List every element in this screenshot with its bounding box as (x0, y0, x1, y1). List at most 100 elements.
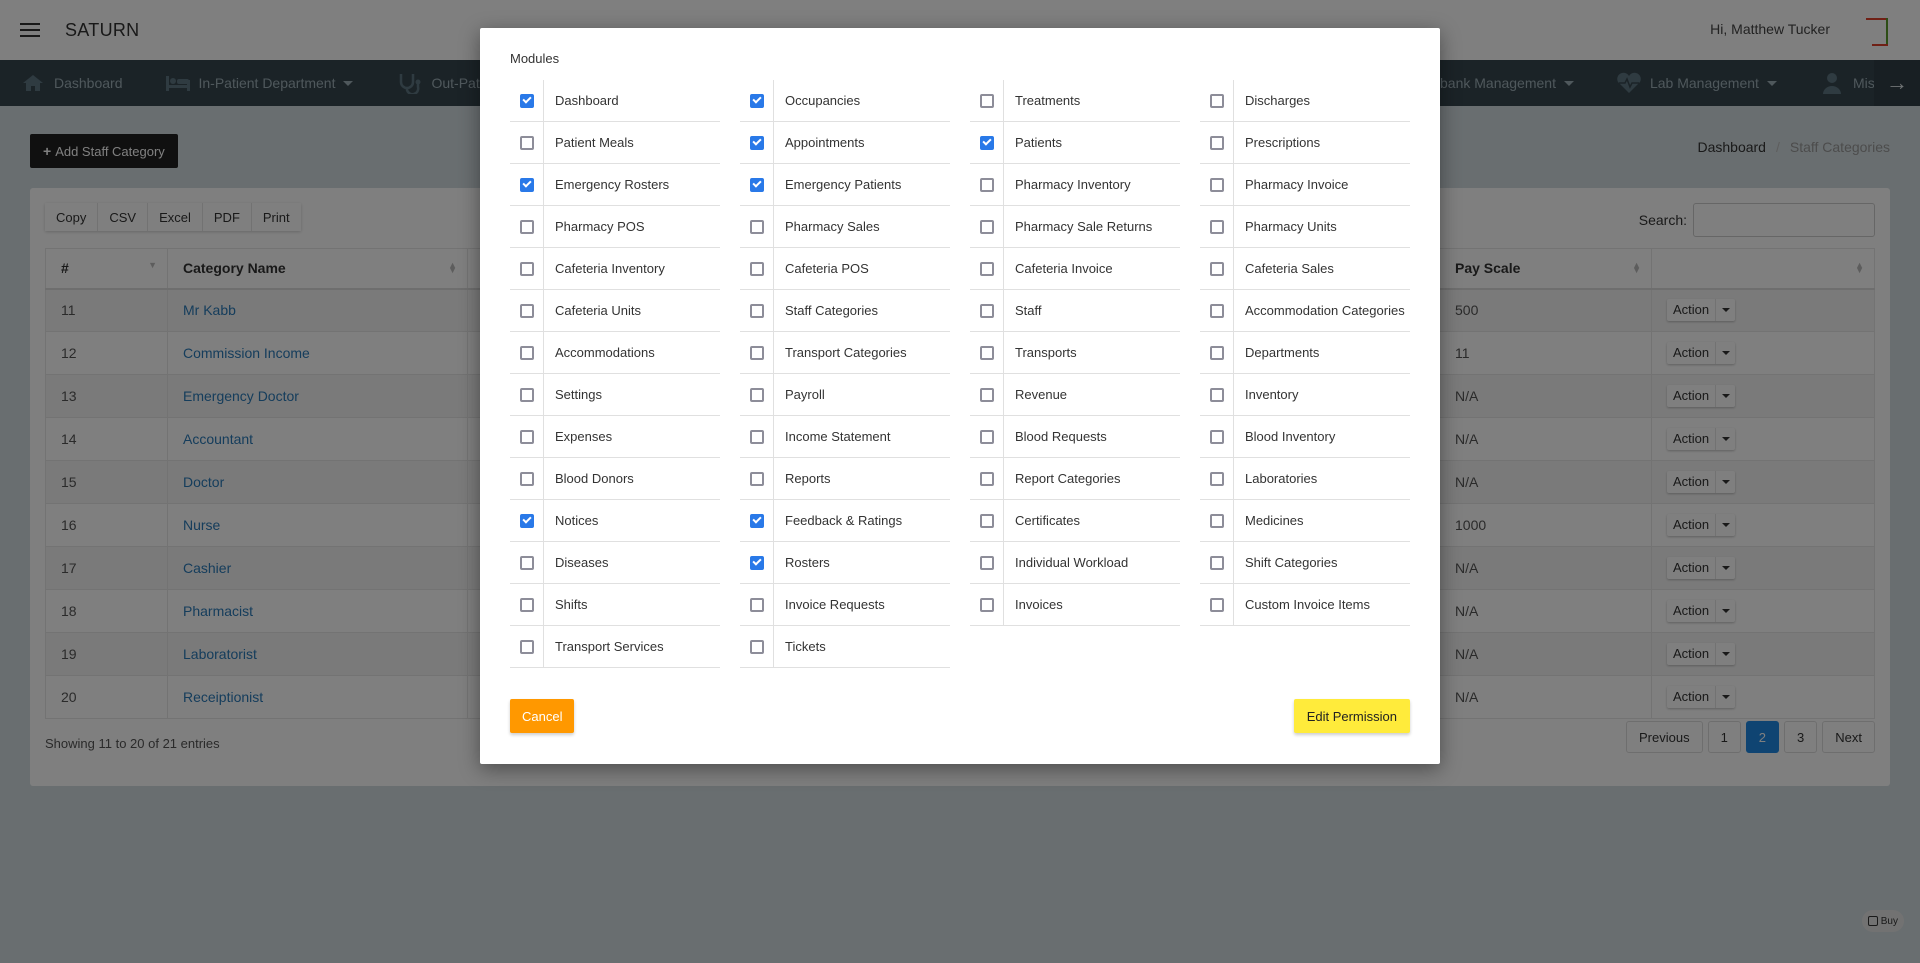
module-checkbox-cell (510, 374, 544, 415)
module-item-income-statement: Income Statement (740, 416, 950, 458)
module-checkbox[interactable] (1209, 219, 1224, 234)
edit-permission-button[interactable]: Edit Permission (1293, 699, 1410, 733)
module-checkbox-cell (740, 626, 774, 667)
module-label: Staff Categories (785, 303, 878, 318)
module-label: Settings (555, 387, 602, 402)
module-item-treatments: Treatments (970, 80, 1180, 122)
module-label: Tickets (785, 639, 826, 654)
module-checkbox-cell (1200, 542, 1234, 583)
module-checkbox[interactable] (519, 429, 534, 444)
module-label: Pharmacy POS (555, 219, 645, 234)
module-checkbox[interactable] (519, 303, 534, 318)
module-item-departments: Departments (1200, 332, 1410, 374)
module-checkbox[interactable] (749, 303, 764, 318)
module-checkbox[interactable] (749, 177, 764, 192)
module-checkbox[interactable] (979, 471, 994, 486)
module-item-dashboard: Dashboard (510, 80, 720, 122)
module-checkbox[interactable] (519, 513, 534, 528)
module-checkbox[interactable] (979, 261, 994, 276)
module-checkbox[interactable] (979, 513, 994, 528)
module-checkbox-cell (740, 542, 774, 583)
module-checkbox[interactable] (519, 135, 534, 150)
module-checkbox-cell (970, 500, 1004, 541)
module-item-custom-invoice-items: Custom Invoice Items (1200, 584, 1410, 626)
module-checkbox[interactable] (749, 387, 764, 402)
module-label: Blood Inventory (1245, 429, 1336, 444)
module-label: Departments (1245, 345, 1320, 360)
module-checkbox[interactable] (1209, 303, 1224, 318)
module-checkbox-cell (510, 584, 544, 625)
module-checkbox[interactable] (519, 555, 534, 570)
module-checkbox[interactable] (979, 93, 994, 108)
module-label: Emergency Rosters (555, 177, 670, 192)
module-checkbox[interactable] (979, 345, 994, 360)
module-checkbox[interactable] (749, 597, 764, 612)
module-checkbox[interactable] (1209, 387, 1224, 402)
module-item-blood-donors: Blood Donors (510, 458, 720, 500)
module-item-reports: Reports (740, 458, 950, 500)
module-checkbox[interactable] (979, 303, 994, 318)
module-checkbox[interactable] (749, 513, 764, 528)
module-checkbox[interactable] (979, 135, 994, 150)
module-checkbox-cell (740, 164, 774, 205)
module-checkbox[interactable] (1209, 555, 1224, 570)
module-checkbox[interactable] (519, 597, 534, 612)
module-item-notices: Notices (510, 500, 720, 542)
module-checkbox[interactable] (979, 597, 994, 612)
module-checkbox[interactable] (1209, 135, 1224, 150)
module-checkbox-cell (1200, 290, 1234, 331)
module-checkbox[interactable] (749, 261, 764, 276)
module-checkbox[interactable] (1209, 261, 1224, 276)
module-checkbox[interactable] (1209, 471, 1224, 486)
modal-title: Modules (510, 51, 560, 66)
module-checkbox[interactable] (749, 639, 764, 654)
module-checkbox[interactable] (519, 93, 534, 108)
module-label: Expenses (555, 429, 613, 444)
module-checkbox-cell (1200, 374, 1234, 415)
module-checkbox[interactable] (749, 555, 764, 570)
module-label: Shifts (555, 597, 588, 612)
module-checkbox[interactable] (979, 177, 994, 192)
module-checkbox-cell (740, 374, 774, 415)
module-checkbox[interactable] (1209, 429, 1224, 444)
module-checkbox[interactable] (519, 471, 534, 486)
modules-grid: Dashboard Patient Meals Emergency Rosters P… (510, 80, 1410, 668)
module-checkbox[interactable] (749, 345, 764, 360)
module-checkbox[interactable] (519, 261, 534, 276)
module-label: Dashboard (555, 93, 619, 108)
module-checkbox[interactable] (979, 555, 994, 570)
module-checkbox[interactable] (979, 219, 994, 234)
module-checkbox[interactable] (519, 639, 534, 654)
module-checkbox[interactable] (519, 387, 534, 402)
module-label: Reports (785, 471, 831, 486)
module-checkbox[interactable] (749, 429, 764, 444)
module-checkbox[interactable] (749, 219, 764, 234)
module-checkbox[interactable] (749, 135, 764, 150)
module-checkbox[interactable] (749, 93, 764, 108)
module-label: Pharmacy Units (1245, 219, 1337, 234)
module-checkbox[interactable] (1209, 177, 1224, 192)
module-checkbox[interactable] (1209, 345, 1224, 360)
module-checkbox[interactable] (519, 177, 534, 192)
module-checkbox-cell (1200, 80, 1234, 121)
module-checkbox-cell (970, 206, 1004, 247)
module-label: Medicines (1245, 513, 1304, 528)
edit-permission-modal: Modules Dashboard Patient Meals Emergency … (480, 28, 1440, 764)
module-item-pharmacy-invoice: Pharmacy Invoice (1200, 164, 1410, 206)
module-checkbox[interactable] (519, 345, 534, 360)
module-checkbox[interactable] (749, 471, 764, 486)
module-item-invoices: Invoices (970, 584, 1180, 626)
module-item-appointments: Appointments (740, 122, 950, 164)
module-item-invoice-requests: Invoice Requests (740, 584, 950, 626)
module-checkbox[interactable] (979, 387, 994, 402)
cancel-button[interactable]: Cancel (510, 699, 575, 733)
module-checkbox[interactable] (979, 429, 994, 444)
module-checkbox-cell (510, 416, 544, 457)
module-checkbox[interactable] (1209, 597, 1224, 612)
module-checkbox[interactable] (1209, 513, 1224, 528)
module-item-tickets: Tickets (740, 626, 950, 668)
module-checkbox[interactable] (1209, 93, 1224, 108)
module-checkbox-cell (1200, 248, 1234, 289)
module-checkbox[interactable] (519, 219, 534, 234)
module-checkbox-cell (510, 500, 544, 541)
